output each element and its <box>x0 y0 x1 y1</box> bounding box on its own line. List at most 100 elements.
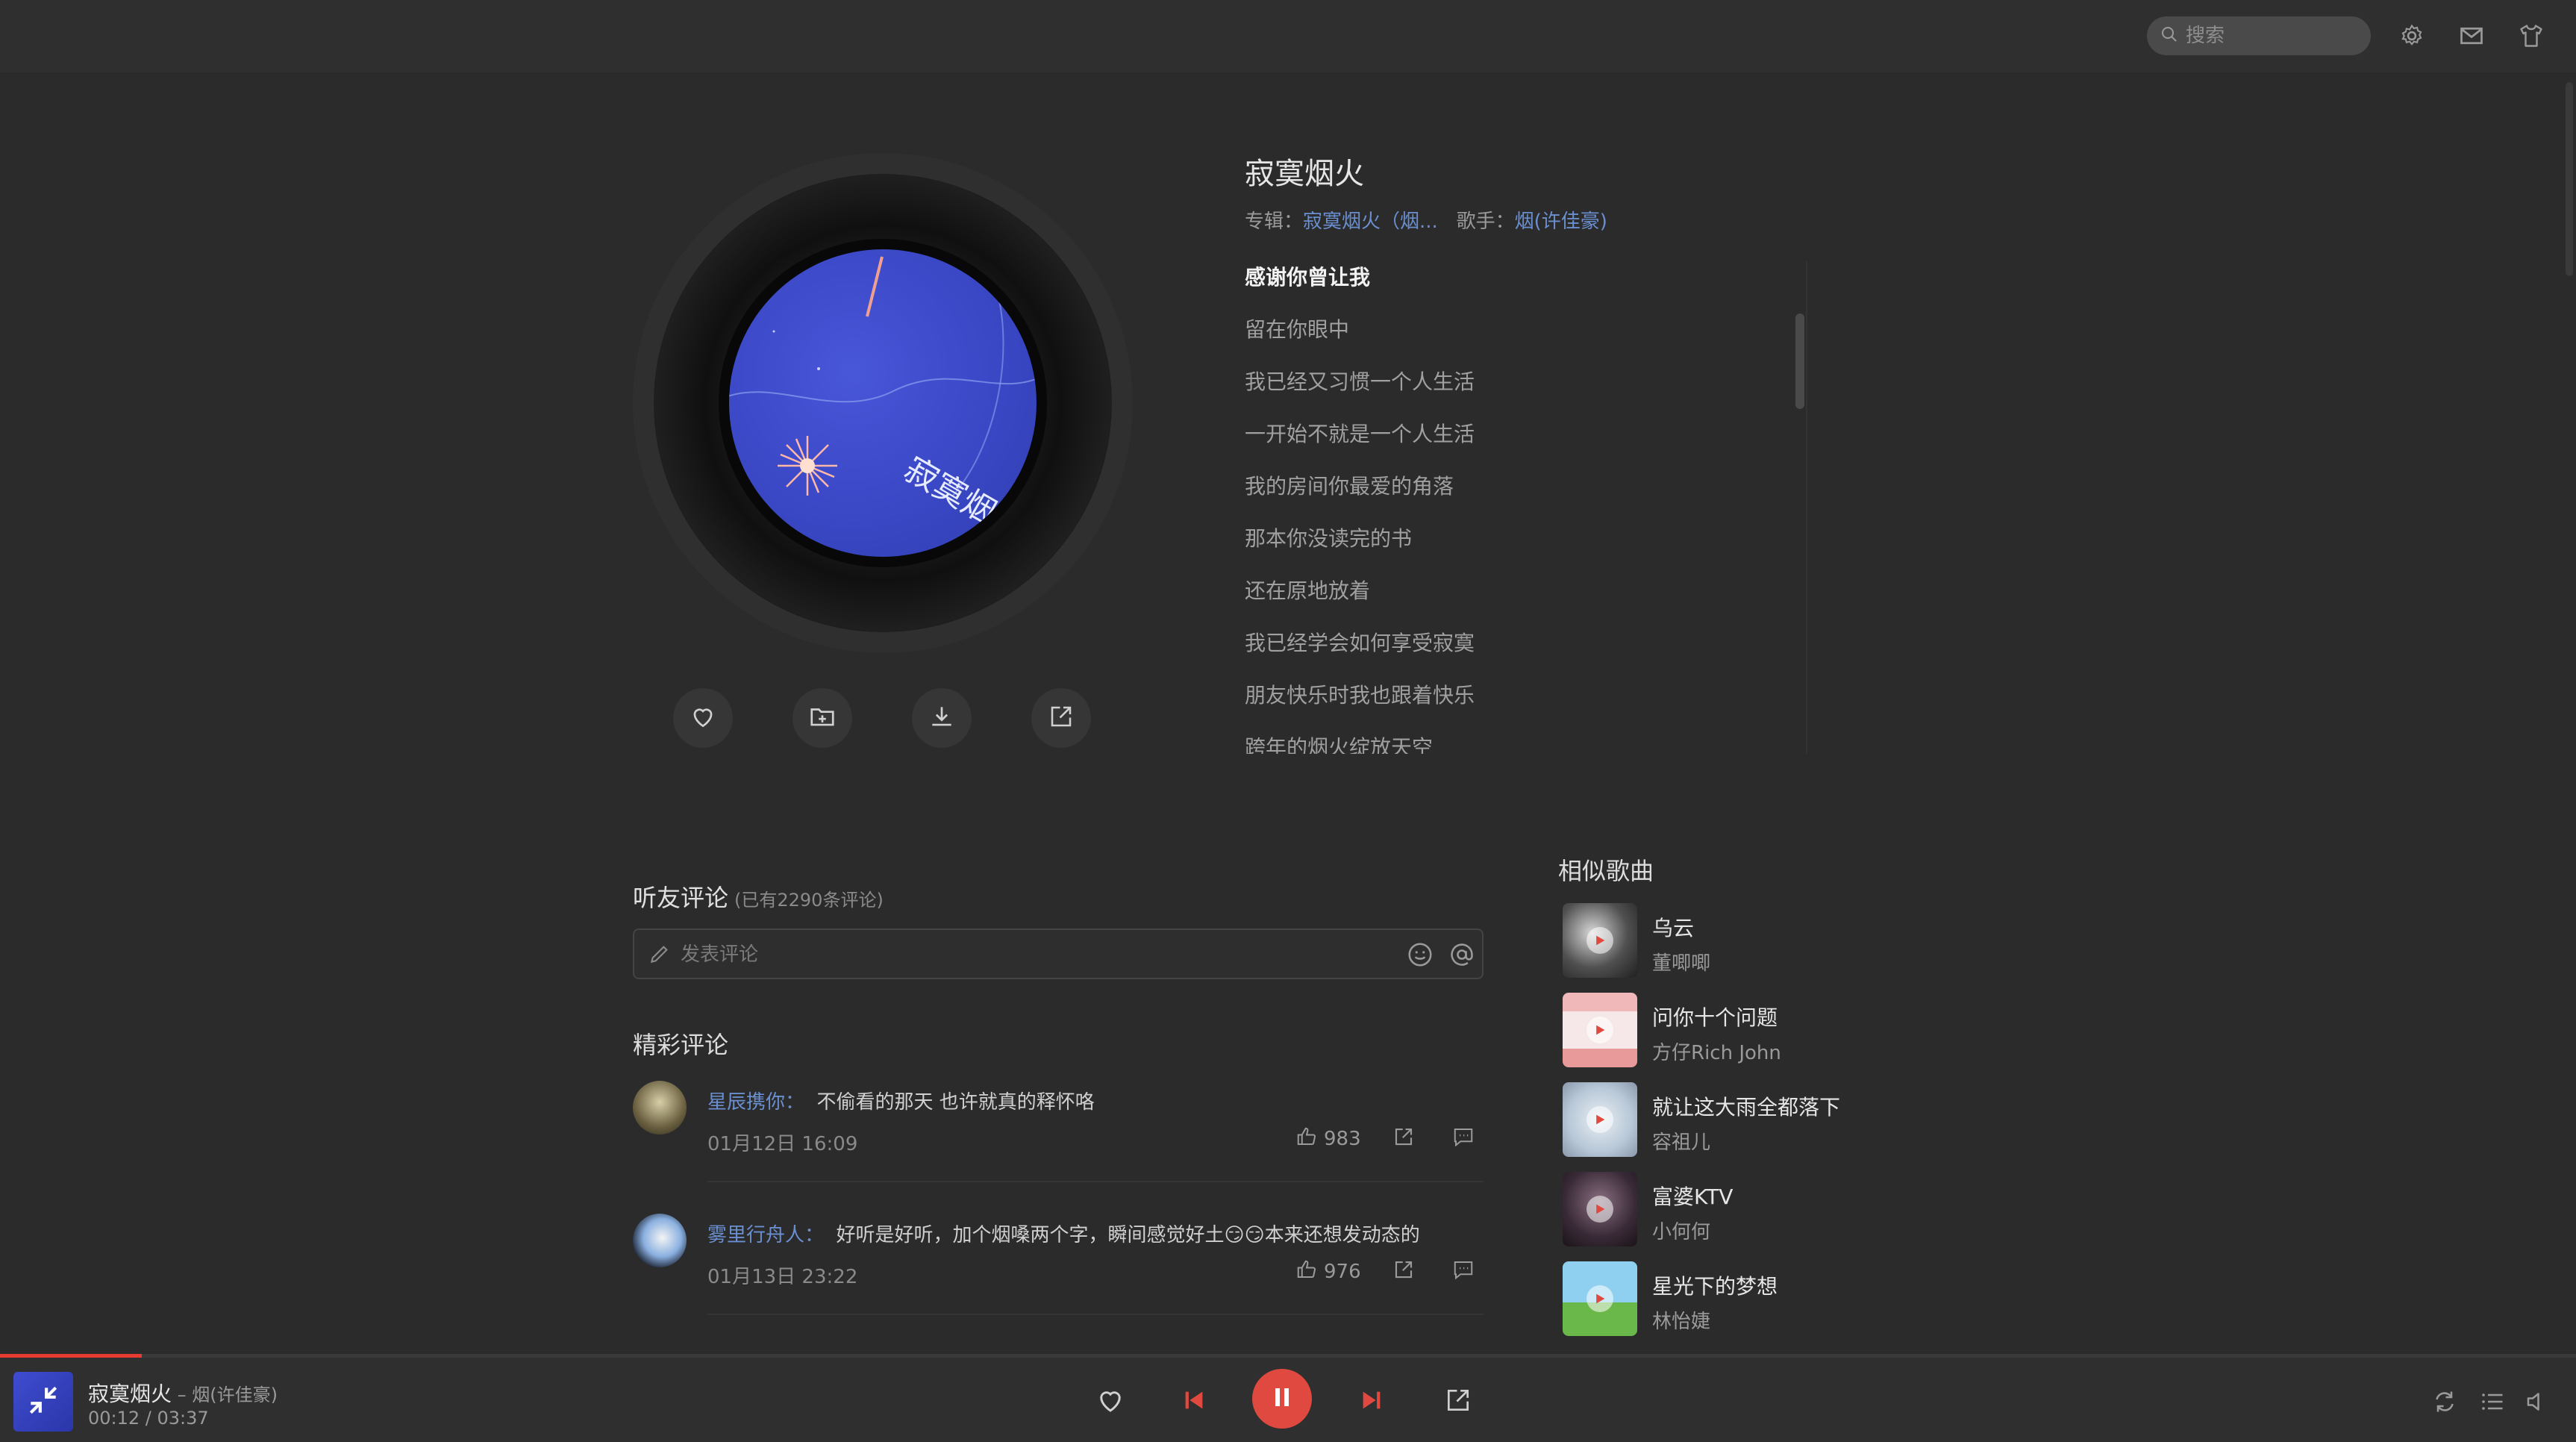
comment-divider <box>707 1314 1484 1315</box>
artist-link[interactable]: 烟(许佳豪) <box>1515 210 1607 233</box>
comment-like-count: 983 <box>1324 1128 1361 1150</box>
similar-song-cover <box>1563 993 1637 1067</box>
song-title: 寂寞烟火 <box>1245 157 1364 191</box>
now-playing-song: 寂寞烟火 <box>88 1382 172 1406</box>
prev-icon[interactable] <box>1176 1382 1212 1418</box>
share-icon[interactable] <box>1440 1382 1476 1418</box>
now-playing-cover[interactable] <box>13 1372 73 1432</box>
now-playing-time: 00:12 / 03:37 <box>88 1408 209 1429</box>
comment-time: 01月12日 16:09 <box>707 1133 858 1155</box>
share-icon <box>1048 703 1075 733</box>
like-button[interactable] <box>673 688 733 748</box>
play-icon[interactable] <box>1586 1017 1613 1043</box>
share-button[interactable] <box>1031 688 1091 748</box>
similar-song-artist[interactable]: 小何何 <box>1652 1217 1710 1244</box>
at-icon[interactable] <box>1448 940 1476 972</box>
lyrics-scrollbar-thumb[interactable] <box>1795 313 1804 409</box>
search-input[interactable] <box>2184 24 2359 48</box>
avatar[interactable] <box>633 1214 687 1267</box>
play-icon[interactable] <box>1586 1106 1613 1133</box>
similar-songs-title: 相似歌曲 <box>1558 857 1654 885</box>
lyric-line: 朋友快乐时我也跟着快乐 <box>1245 683 1475 708</box>
lyric-line: 那本你没读完的书 <box>1245 526 1413 551</box>
album-link[interactable]: 寂寞烟火（烟... <box>1303 210 1438 233</box>
similar-song-item[interactable]: 乌云 董唧唧 <box>1563 903 2010 979</box>
comments-count: (已有2290条评论) <box>734 890 884 911</box>
lyric-line: 一开始不就是一个人生活 <box>1245 422 1475 446</box>
similar-song-artist[interactable]: 林怡婕 <box>1652 1306 1710 1334</box>
comment-text: 雾里行舟人： 好听是好听，加个烟嗓两个字，瞬间感觉好土😏😏本来还想发动态的 <box>707 1220 1420 1247</box>
add-to-playlist-button[interactable] <box>793 688 852 748</box>
similar-song-name: 富婆KTV <box>1652 1184 1734 1209</box>
progress-bar[interactable] <box>0 1354 2576 1358</box>
comment-body: 好听是好听，加个烟嗓两个字，瞬间感觉好土😏😏本来还想发动态的 <box>836 1224 1420 1246</box>
album-cover: 寂寞烟火 <box>729 249 1037 557</box>
download-button[interactable] <box>912 688 972 748</box>
similar-song-artist[interactable]: 董唧唧 <box>1652 948 1710 976</box>
similar-song-item[interactable]: 问你十个问题 方仔Rich John <box>1563 993 2010 1069</box>
loop-icon[interactable] <box>2428 1385 2461 1418</box>
like-icon <box>689 702 717 734</box>
reply-icon[interactable] <box>1452 1258 1479 1285</box>
avatar[interactable] <box>633 1081 687 1134</box>
volume-icon[interactable] <box>2521 1385 2554 1418</box>
similar-song-artist[interactable]: 方仔Rich John <box>1652 1037 1781 1065</box>
similar-song-item[interactable]: 就让这大雨全都落下 容祖儿 <box>1563 1082 2010 1158</box>
comment-time: 01月13日 23:22 <box>707 1266 858 1288</box>
lyric-line: 我已经学会如何享受寂寞 <box>1245 631 1475 655</box>
play-icon[interactable] <box>1586 1196 1613 1223</box>
similar-song-name: 问你十个问题 <box>1652 1005 1778 1030</box>
similar-song-cover <box>1563 1261 1637 1336</box>
search-box[interactable] <box>2147 16 2371 55</box>
comment-box[interactable] <box>633 928 1484 979</box>
comment-user[interactable]: 星辰携你： <box>707 1091 804 1114</box>
share-icon[interactable] <box>1392 1258 1419 1285</box>
playlist-icon[interactable] <box>2476 1385 2509 1418</box>
comment-body: 不偷看的那天 也许就真的释怀咯 <box>816 1091 1095 1114</box>
download-icon <box>928 702 956 734</box>
similar-song-cover <box>1563 1082 1637 1157</box>
lyric-line: 感谢你曾让我 <box>1245 265 1371 290</box>
similar-song-artist[interactable]: 容祖儿 <box>1652 1127 1710 1155</box>
reply-icon[interactable] <box>1452 1126 1479 1152</box>
comments-title-text: 听友评论 <box>633 884 729 912</box>
comment-input[interactable] <box>679 939 1354 970</box>
pencil-icon <box>648 942 672 969</box>
similar-song-cover <box>1563 1172 1637 1246</box>
lyric-line: 我已经又习惯一个人生活 <box>1245 369 1475 394</box>
lyric-line: 我的房间你最爱的角落 <box>1245 474 1454 499</box>
comment-like-button[interactable]: 976 <box>1295 1258 1361 1285</box>
similar-song-name: 星光下的梦想 <box>1652 1274 1778 1299</box>
lyric-line: 留在你眼中 <box>1245 317 1350 342</box>
settings-icon[interactable] <box>2395 19 2428 52</box>
comment-item: 雾里行舟人： 好听是好听，加个烟嗓两个字，瞬间感觉好土😏😏本来还想发动态的 01… <box>633 1214 1484 1340</box>
emoji-icon[interactable] <box>1406 940 1434 972</box>
mail-icon[interactable] <box>2455 19 2488 52</box>
comment-divider <box>707 1181 1484 1182</box>
thumb-up-icon <box>1295 1126 1318 1153</box>
page-scrollbar-thumb[interactable] <box>2566 82 2573 276</box>
similar-song-item[interactable]: 富婆KTV 小何何 <box>1563 1172 2010 1248</box>
progress-fill <box>0 1354 142 1358</box>
comment-like-count: 976 <box>1324 1261 1361 1283</box>
lyrics-panel[interactable]: 感谢你曾让我 留在你眼中我已经又习惯一个人生活 一开始不就是一个人生活 我的房间你最爱… <box>1245 261 1797 754</box>
similar-song-item[interactable]: 星光下的梦想 林怡婕 <box>1563 1261 2010 1338</box>
pause-button[interactable] <box>1252 1369 1312 1429</box>
share-icon[interactable] <box>1392 1126 1419 1152</box>
pause-icon <box>1269 1384 1295 1414</box>
play-icon[interactable] <box>1586 927 1613 954</box>
search-icon <box>2160 25 2178 46</box>
play-icon[interactable] <box>1586 1285 1613 1312</box>
now-playing-artist[interactable]: – 烟(许佳豪) <box>172 1385 278 1405</box>
comments-title: 听友评论 (已有2290条评论) <box>633 879 884 914</box>
hot-comments-title: 精彩评论 <box>633 1031 729 1059</box>
comment-text: 星辰携你： 不偷看的那天 也许就真的释怀咯 <box>707 1087 1095 1114</box>
skin-icon[interactable] <box>2515 19 2548 52</box>
comment-item: 星辰携你： 不偷看的那天 也许就真的释怀咯 01月12日 16:09 983 <box>633 1081 1484 1208</box>
thumb-up-icon <box>1295 1258 1318 1286</box>
like-icon[interactable] <box>1092 1382 1128 1418</box>
album-label: 专辑： <box>1245 210 1304 233</box>
next-icon[interactable] <box>1354 1382 1389 1418</box>
comment-user[interactable]: 雾里行舟人： <box>707 1224 824 1246</box>
comment-like-button[interactable]: 983 <box>1295 1126 1361 1152</box>
